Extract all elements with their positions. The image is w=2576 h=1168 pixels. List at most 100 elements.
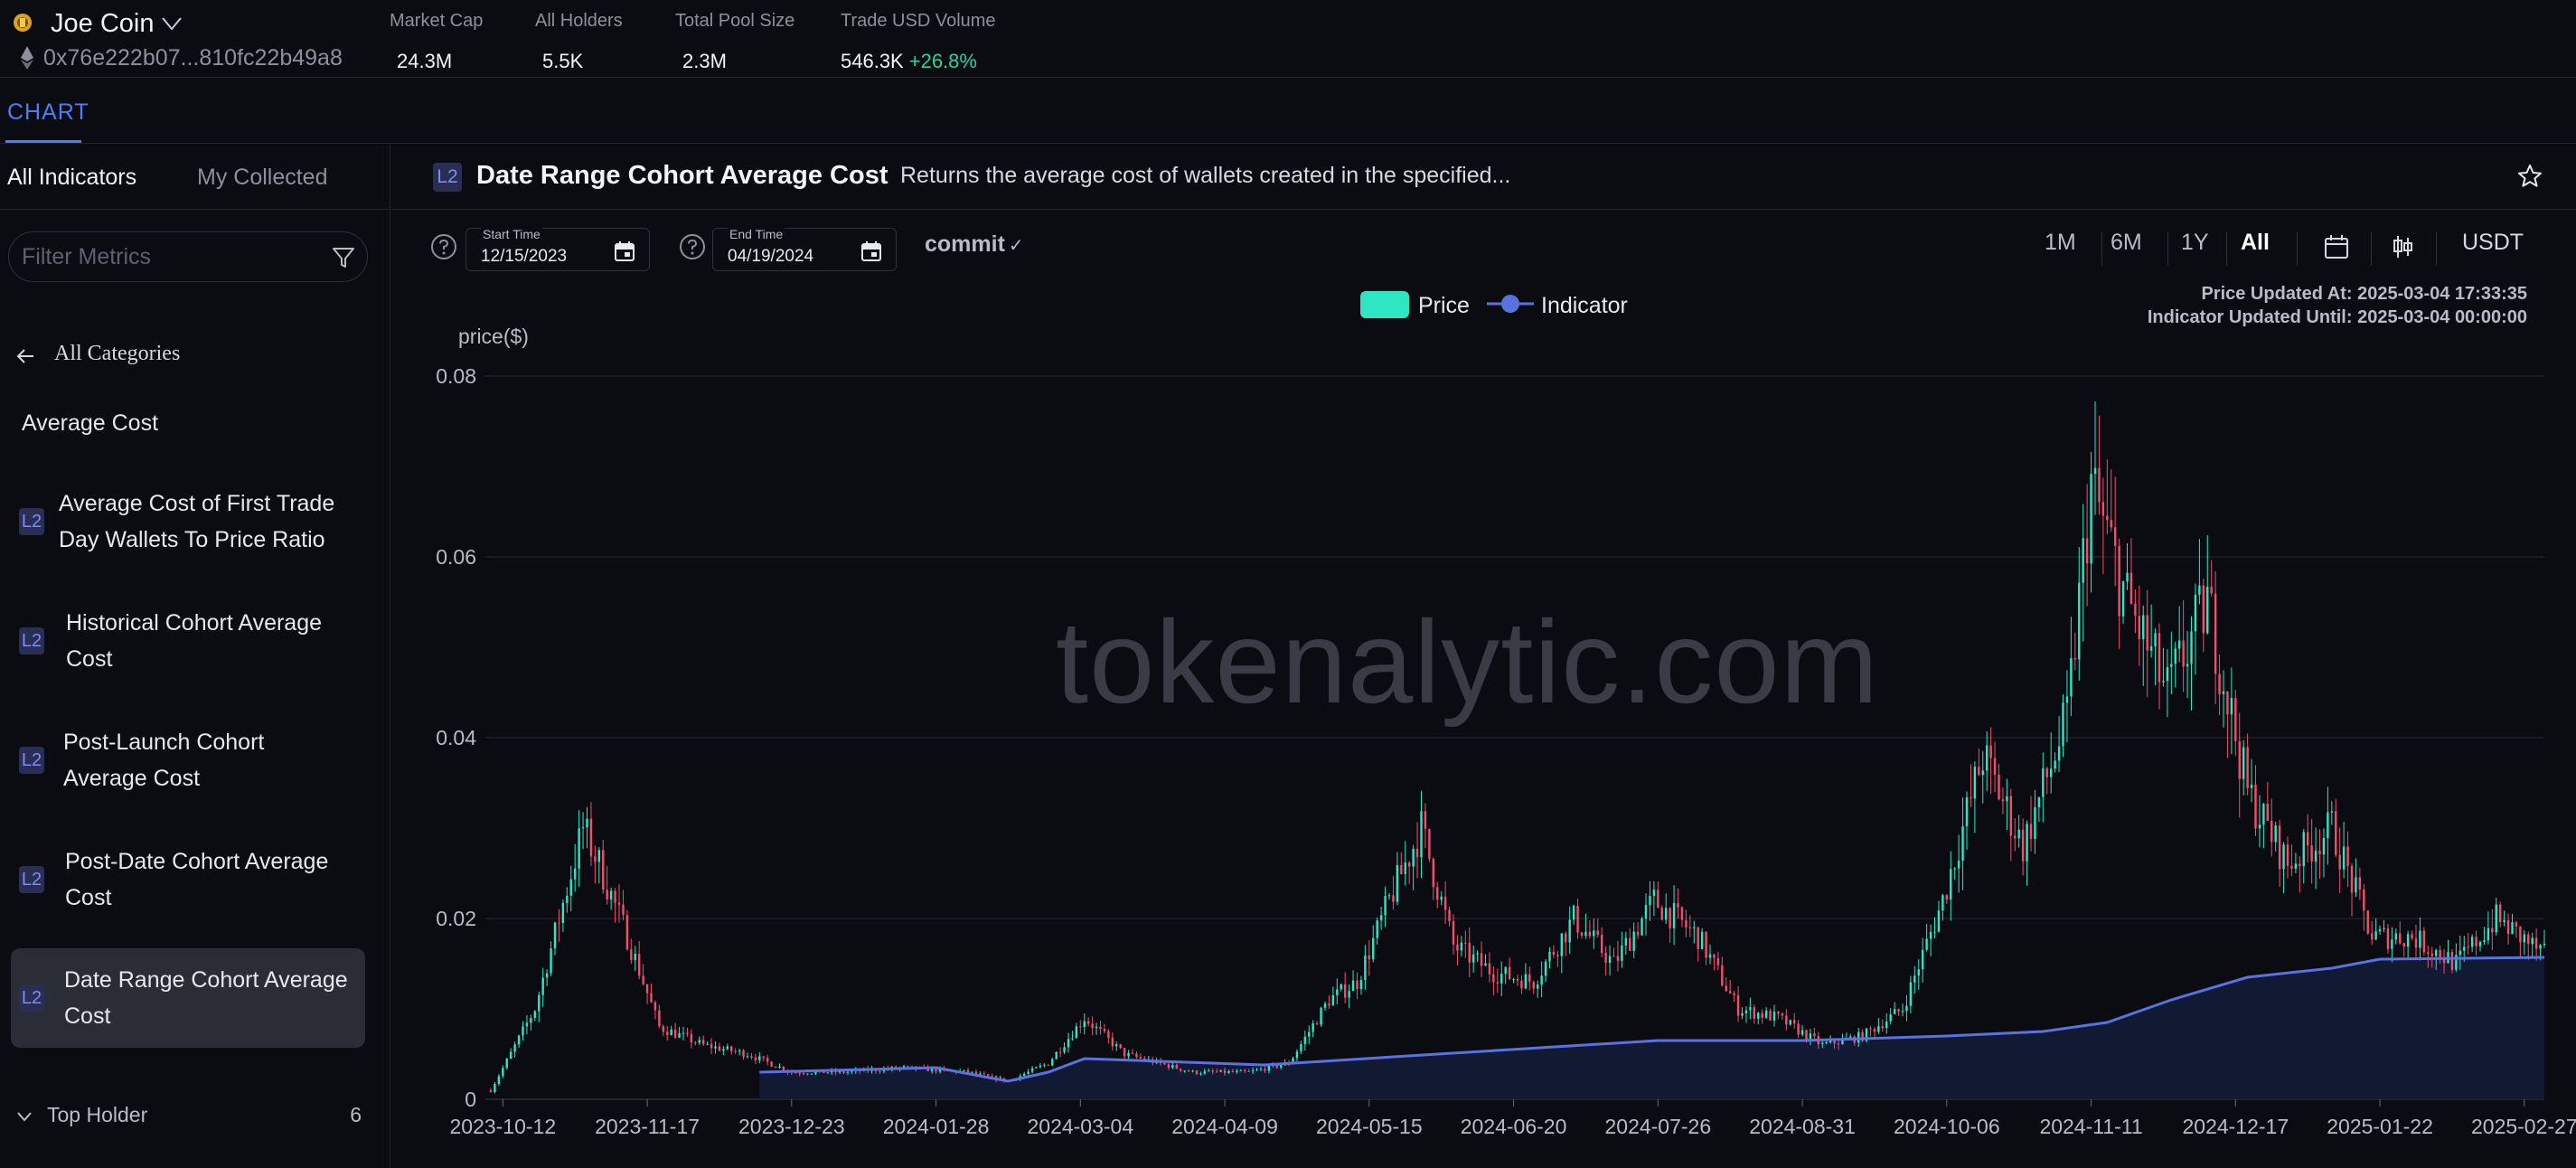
- price-candle[interactable]: [2177, 640, 2181, 649]
- price-candle[interactable]: [1219, 1069, 1222, 1072]
- price-candle[interactable]: [2527, 934, 2530, 945]
- price-candle[interactable]: [2210, 587, 2213, 594]
- price-candle[interactable]: [1950, 869, 1952, 900]
- price-candle[interactable]: [722, 1049, 725, 1051]
- price-candle[interactable]: [1965, 797, 1969, 826]
- price-candle[interactable]: [1789, 1020, 1791, 1025]
- price-candle[interactable]: [1215, 1071, 1218, 1073]
- price-candle[interactable]: [1035, 1067, 1038, 1069]
- price-candle[interactable]: [1030, 1068, 1034, 1072]
- price-candle[interactable]: [1488, 963, 1491, 975]
- price-candle[interactable]: [569, 879, 572, 896]
- price-candle[interactable]: [637, 954, 641, 976]
- price-candle[interactable]: [798, 1072, 801, 1074]
- price-candle[interactable]: [2166, 666, 2169, 682]
- price-candle[interactable]: [1175, 1064, 1179, 1069]
- price-candle[interactable]: [2045, 768, 2048, 777]
- price-candle[interactable]: [2330, 811, 2334, 813]
- price-candle[interactable]: [1480, 953, 1483, 966]
- price-candle[interactable]: [2478, 942, 2482, 947]
- price-candle[interactable]: [1805, 1030, 1808, 1040]
- price-candle[interactable]: [606, 890, 608, 900]
- price-candle[interactable]: [1239, 1069, 1243, 1071]
- price-candle[interactable]: [686, 1032, 689, 1034]
- price-candle[interactable]: [1492, 974, 1495, 983]
- price-candle[interactable]: [802, 1073, 805, 1075]
- price-candle[interactable]: [489, 1090, 493, 1092]
- price-candle[interactable]: [1415, 848, 1419, 858]
- price-candle[interactable]: [2170, 664, 2173, 667]
- price-candle[interactable]: [2511, 922, 2514, 935]
- price-candle[interactable]: [1800, 1030, 1804, 1035]
- price-candle[interactable]: [1565, 933, 1567, 943]
- price-candle[interactable]: [2194, 594, 2197, 632]
- tab-all-indicators[interactable]: All Indicators: [7, 165, 136, 191]
- price-candle[interactable]: [1532, 982, 1535, 989]
- price-candle[interactable]: [2042, 768, 2045, 797]
- price-candle[interactable]: [1496, 982, 1500, 984]
- price-candle[interactable]: [754, 1057, 757, 1060]
- price-candle[interactable]: [1705, 931, 1707, 958]
- price-candle[interactable]: [1027, 1071, 1029, 1074]
- price-candle[interactable]: [2049, 768, 2053, 777]
- price-candle[interactable]: [2226, 691, 2229, 715]
- price-candle[interactable]: [1448, 909, 1451, 921]
- price-candle[interactable]: [1584, 931, 1587, 937]
- price-candle[interactable]: [1387, 895, 1391, 897]
- price-candle[interactable]: [1933, 931, 1936, 933]
- price-candle[interactable]: [1508, 966, 1511, 979]
- price-candle[interactable]: [1596, 930, 1599, 936]
- price-candle[interactable]: [2534, 937, 2538, 949]
- price-candle[interactable]: [1728, 991, 1732, 994]
- price-candle[interactable]: [758, 1056, 761, 1060]
- price-candle[interactable]: [1725, 985, 1727, 992]
- price-candle[interactable]: [1022, 1073, 1026, 1077]
- price-candle[interactable]: [2378, 928, 2382, 932]
- price-candle[interactable]: [509, 1051, 512, 1060]
- price-candle[interactable]: [2274, 825, 2277, 843]
- price-candle[interactable]: [2006, 796, 2008, 802]
- price-candle[interactable]: [1315, 1023, 1319, 1025]
- price-candle[interactable]: [505, 1059, 508, 1069]
- sidebar-item-average-cost-first-trade[interactable]: L2 Average Cost of First Trade Day Wallet…: [11, 481, 365, 562]
- price-candle[interactable]: [1039, 1065, 1042, 1068]
- price-candle[interactable]: [1231, 1070, 1235, 1072]
- price-candle[interactable]: [1107, 1031, 1110, 1038]
- price-candle[interactable]: [1516, 978, 1519, 981]
- price-candle[interactable]: [2306, 832, 2309, 846]
- price-candle[interactable]: [678, 1032, 681, 1038]
- price-candle[interactable]: [2250, 785, 2253, 788]
- price-candle[interactable]: [1227, 1070, 1230, 1073]
- price-candle[interactable]: [2029, 824, 2033, 839]
- price-candle[interactable]: [2519, 926, 2522, 943]
- price-candle[interactable]: [1649, 895, 1651, 906]
- price-candle[interactable]: [2503, 919, 2505, 922]
- price-candle[interactable]: [1203, 1070, 1207, 1074]
- price-candle[interactable]: [1095, 1026, 1098, 1029]
- price-candle[interactable]: [1127, 1052, 1130, 1057]
- price-candle[interactable]: [2539, 945, 2542, 949]
- price-candle[interactable]: [1700, 931, 1704, 949]
- price-candle[interactable]: [2262, 804, 2265, 825]
- price-candle[interactable]: [1071, 1038, 1074, 1040]
- price-candle[interactable]: [1925, 938, 1928, 950]
- price-candle[interactable]: [2310, 845, 2313, 862]
- price-candle[interactable]: [2106, 515, 2109, 521]
- price-candle[interactable]: [2101, 502, 2105, 516]
- price-candle[interactable]: [1115, 1044, 1118, 1047]
- price-candle[interactable]: [1772, 1011, 1776, 1021]
- price-candle[interactable]: [1644, 905, 1648, 919]
- price-candle[interactable]: [1279, 1065, 1283, 1068]
- price-candle[interactable]: [2034, 807, 2036, 839]
- price-candle[interactable]: [1075, 1026, 1078, 1039]
- price-candle[interactable]: [1432, 858, 1435, 888]
- price-candle[interactable]: [1961, 825, 1964, 861]
- price-candle[interactable]: [609, 890, 613, 900]
- price-candle[interactable]: [1412, 848, 1415, 867]
- price-candle[interactable]: [726, 1046, 729, 1050]
- price-candle[interactable]: [2258, 824, 2261, 829]
- price-candle[interactable]: [2294, 863, 2298, 869]
- price-candle[interactable]: [1941, 895, 1944, 911]
- price-candle[interactable]: [2254, 785, 2257, 829]
- price-candle[interactable]: [1103, 1029, 1106, 1031]
